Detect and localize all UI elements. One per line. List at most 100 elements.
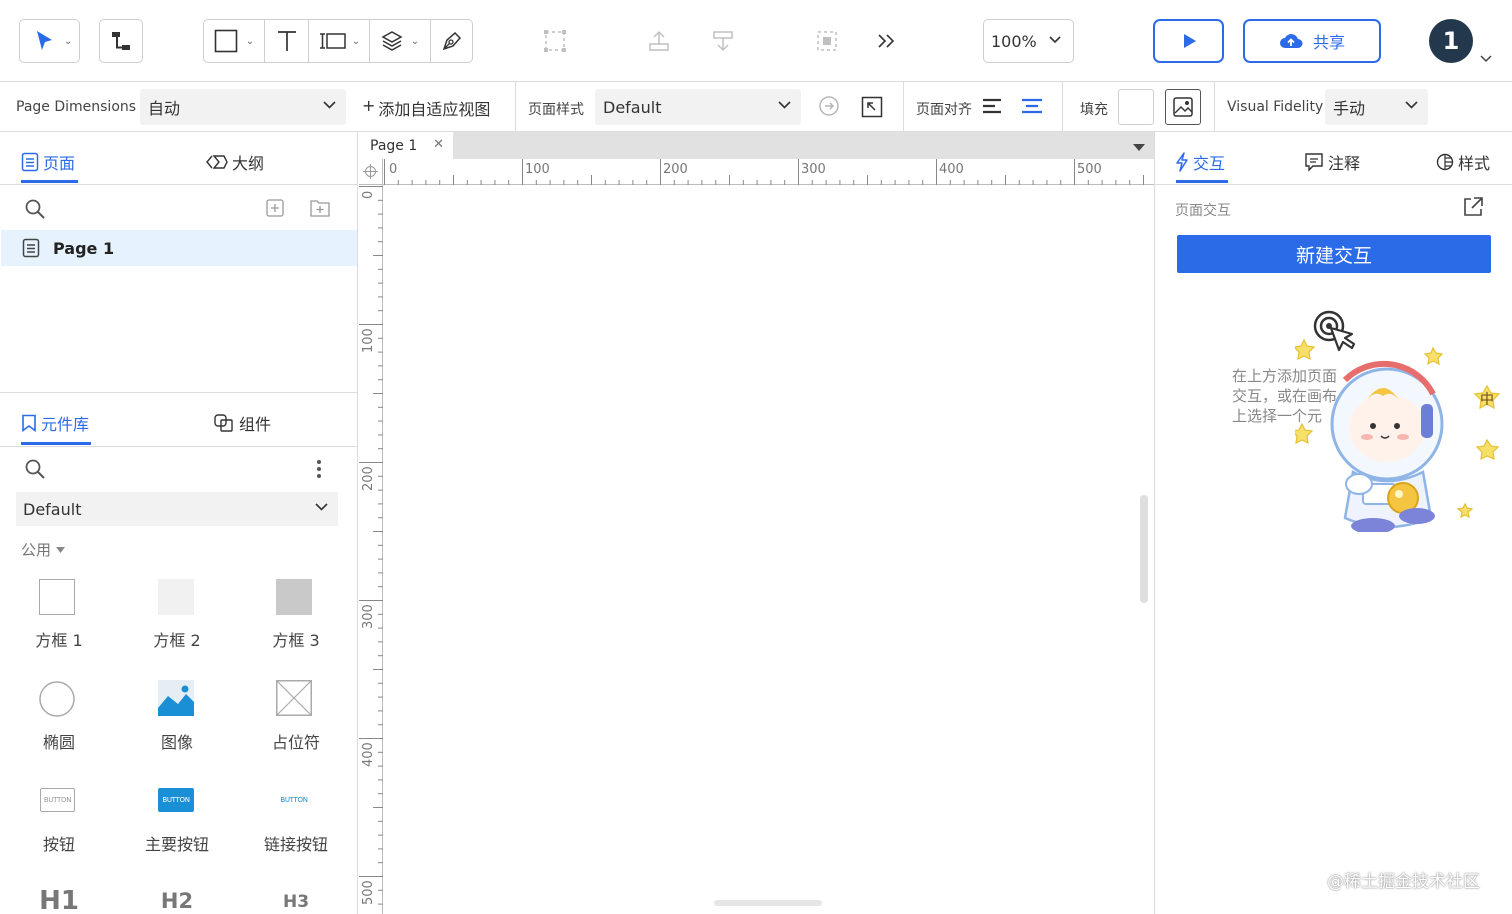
page-tab[interactable]: Page 1 ✕ bbox=[359, 132, 453, 159]
tab-pages[interactable]: 页面 bbox=[21, 150, 75, 174]
text-t-icon bbox=[277, 31, 296, 51]
share-label: 共享 bbox=[1312, 33, 1345, 52]
widget-label: 方框 2 bbox=[153, 631, 201, 650]
rectangle-icon bbox=[214, 29, 238, 53]
page-list-item[interactable]: Page 1 bbox=[1, 230, 357, 266]
library-select[interactable]: Default bbox=[16, 492, 338, 526]
tab-list-caret-icon[interactable] bbox=[1133, 144, 1145, 152]
placeholder-thumbnail-icon bbox=[276, 680, 312, 716]
text-field-icon bbox=[319, 33, 346, 49]
search-icon[interactable] bbox=[24, 458, 46, 480]
account-chevron-down-icon[interactable] bbox=[1480, 54, 1492, 63]
text-tool-button[interactable] bbox=[265, 20, 308, 62]
vertical-scrollbar[interactable] bbox=[1140, 495, 1148, 603]
add-adaptive-view-button[interactable]: + 添加自适应视图 bbox=[362, 96, 490, 120]
preview-button[interactable] bbox=[1153, 19, 1224, 63]
close-icon[interactable]: ✕ bbox=[433, 137, 444, 152]
search-icon[interactable] bbox=[24, 198, 46, 220]
svg-text:中: 中 bbox=[1480, 392, 1494, 408]
widget-heading-1[interactable]: H1 bbox=[0, 884, 118, 914]
tap-target-icon bbox=[1313, 310, 1356, 352]
add-folder-icon[interactable] bbox=[309, 197, 331, 218]
page-tab-label: Page 1 bbox=[370, 137, 418, 154]
page-dimensions-select[interactable]: 自动 bbox=[140, 89, 346, 125]
ellipse-thumbnail bbox=[39, 681, 75, 717]
add-page-icon[interactable] bbox=[265, 198, 285, 218]
fill-color-swatch[interactable] bbox=[1118, 89, 1154, 125]
share-button[interactable]: 共享 bbox=[1243, 19, 1381, 63]
widget-label: 方框 1 bbox=[35, 631, 83, 650]
ruler-label: 300 bbox=[361, 604, 376, 629]
chevron-down-icon[interactable]: ⌄ bbox=[411, 36, 419, 47]
ruler-ticks bbox=[359, 186, 383, 905]
align-left-icon[interactable] bbox=[982, 98, 1002, 114]
play-icon bbox=[1183, 34, 1196, 48]
widget-heading-2[interactable]: H2 bbox=[118, 884, 236, 914]
design-canvas[interactable] bbox=[383, 185, 1154, 914]
arrow-pointer-icon bbox=[37, 31, 52, 50]
library-select-value: Default bbox=[23, 499, 82, 519]
new-interaction-button[interactable]: 新建交互 bbox=[1177, 235, 1491, 273]
left-panel: 页面 大纲 Page 1 元件库 组件 Default 公用 方框 1 方框 2… bbox=[0, 132, 358, 914]
category-toggle[interactable]: 公用 bbox=[21, 539, 66, 560]
vertical-ruler: 0 100 200 300 400 500 bbox=[359, 185, 383, 914]
section-title: 页面交互 bbox=[1175, 203, 1231, 219]
tab-components[interactable]: 组件 bbox=[213, 411, 271, 435]
tab-notes[interactable]: 注释 bbox=[1304, 150, 1360, 174]
ruler-label: 400 bbox=[361, 742, 376, 767]
select-tool-button[interactable]: ⌄ bbox=[19, 19, 80, 63]
crosshair-icon bbox=[363, 164, 378, 179]
link-button-thumbnail: BUTTON bbox=[280, 796, 308, 804]
page-tab-strip: Page 1 ✕ bbox=[359, 132, 1154, 159]
tab-style-label: 样式 bbox=[1458, 154, 1491, 173]
canvas-area: Page 1 ✕ 0 100 200 300 400 500 0 100 200… bbox=[359, 132, 1154, 914]
widget-label: 按钮 bbox=[42, 835, 75, 854]
outline-icon bbox=[206, 155, 228, 169]
active-tab-indicator bbox=[21, 442, 91, 445]
input-tool-button[interactable]: ⌄ bbox=[309, 20, 369, 62]
astronaut-illustration: 中 bbox=[1295, 310, 1501, 532]
chevron-down-icon[interactable]: ⌄ bbox=[64, 36, 72, 47]
visual-fidelity-select[interactable]: 手动 bbox=[1325, 89, 1428, 125]
external-link-icon[interactable] bbox=[1462, 196, 1484, 218]
widget-heading-3[interactable]: H3 bbox=[237, 884, 355, 914]
send-backward-icon[interactable] bbox=[711, 29, 735, 53]
user-avatar[interactable]: 1 bbox=[1429, 19, 1473, 63]
fill-image-button[interactable] bbox=[1165, 89, 1201, 125]
ruler-label: 500 bbox=[361, 880, 376, 905]
manage-style-icon[interactable] bbox=[818, 95, 840, 117]
more-tools-icon[interactable] bbox=[876, 31, 898, 51]
connector-tool-button[interactable] bbox=[99, 19, 143, 63]
divider bbox=[0, 446, 357, 447]
chevron-down-icon bbox=[315, 503, 328, 511]
ungroup-icon[interactable] bbox=[815, 29, 839, 53]
page-properties-bar: Page Dimensions 自动 + 添加自适应视图 页面样式 Defaul… bbox=[0, 82, 1512, 132]
horizontal-scrollbar[interactable] bbox=[714, 900, 822, 906]
horizontal-ruler: 0 100 200 300 400 500 bbox=[383, 159, 1154, 185]
divider bbox=[1214, 82, 1215, 132]
layers-tool-button[interactable]: ⌄ bbox=[370, 20, 430, 62]
ruler-label: 400 bbox=[939, 162, 964, 177]
bring-forward-icon[interactable] bbox=[647, 29, 671, 53]
tab-style[interactable]: 样式 bbox=[1436, 150, 1490, 174]
rectangle-tool-button[interactable]: ⌄ bbox=[204, 20, 264, 62]
pen-tool-button[interactable] bbox=[431, 20, 472, 62]
chevron-down-icon[interactable]: ⌄ bbox=[352, 36, 360, 47]
zoom-value: 100% bbox=[991, 31, 1037, 51]
tab-library[interactable]: 元件库 bbox=[21, 411, 89, 435]
tab-outline-label: 大纲 bbox=[232, 154, 265, 173]
chevron-down-icon bbox=[1049, 36, 1061, 44]
chevron-down-icon[interactable]: ⌄ bbox=[246, 36, 254, 47]
page-note-icon[interactable] bbox=[861, 96, 883, 118]
tab-interactions[interactable]: 交互 bbox=[1175, 150, 1225, 174]
more-options-icon[interactable] bbox=[316, 459, 322, 479]
align-center-icon[interactable] bbox=[1021, 98, 1043, 114]
ruler-label: 200 bbox=[361, 466, 376, 491]
ruler-ticks bbox=[384, 159, 1144, 185]
page-style-select[interactable]: Default bbox=[595, 89, 801, 125]
ruler-corner bbox=[359, 159, 383, 185]
group-icon[interactable] bbox=[543, 29, 567, 53]
lightning-icon bbox=[1176, 152, 1188, 172]
tab-outline[interactable]: 大纲 bbox=[206, 150, 264, 174]
zoom-select[interactable]: 100% bbox=[983, 19, 1074, 63]
